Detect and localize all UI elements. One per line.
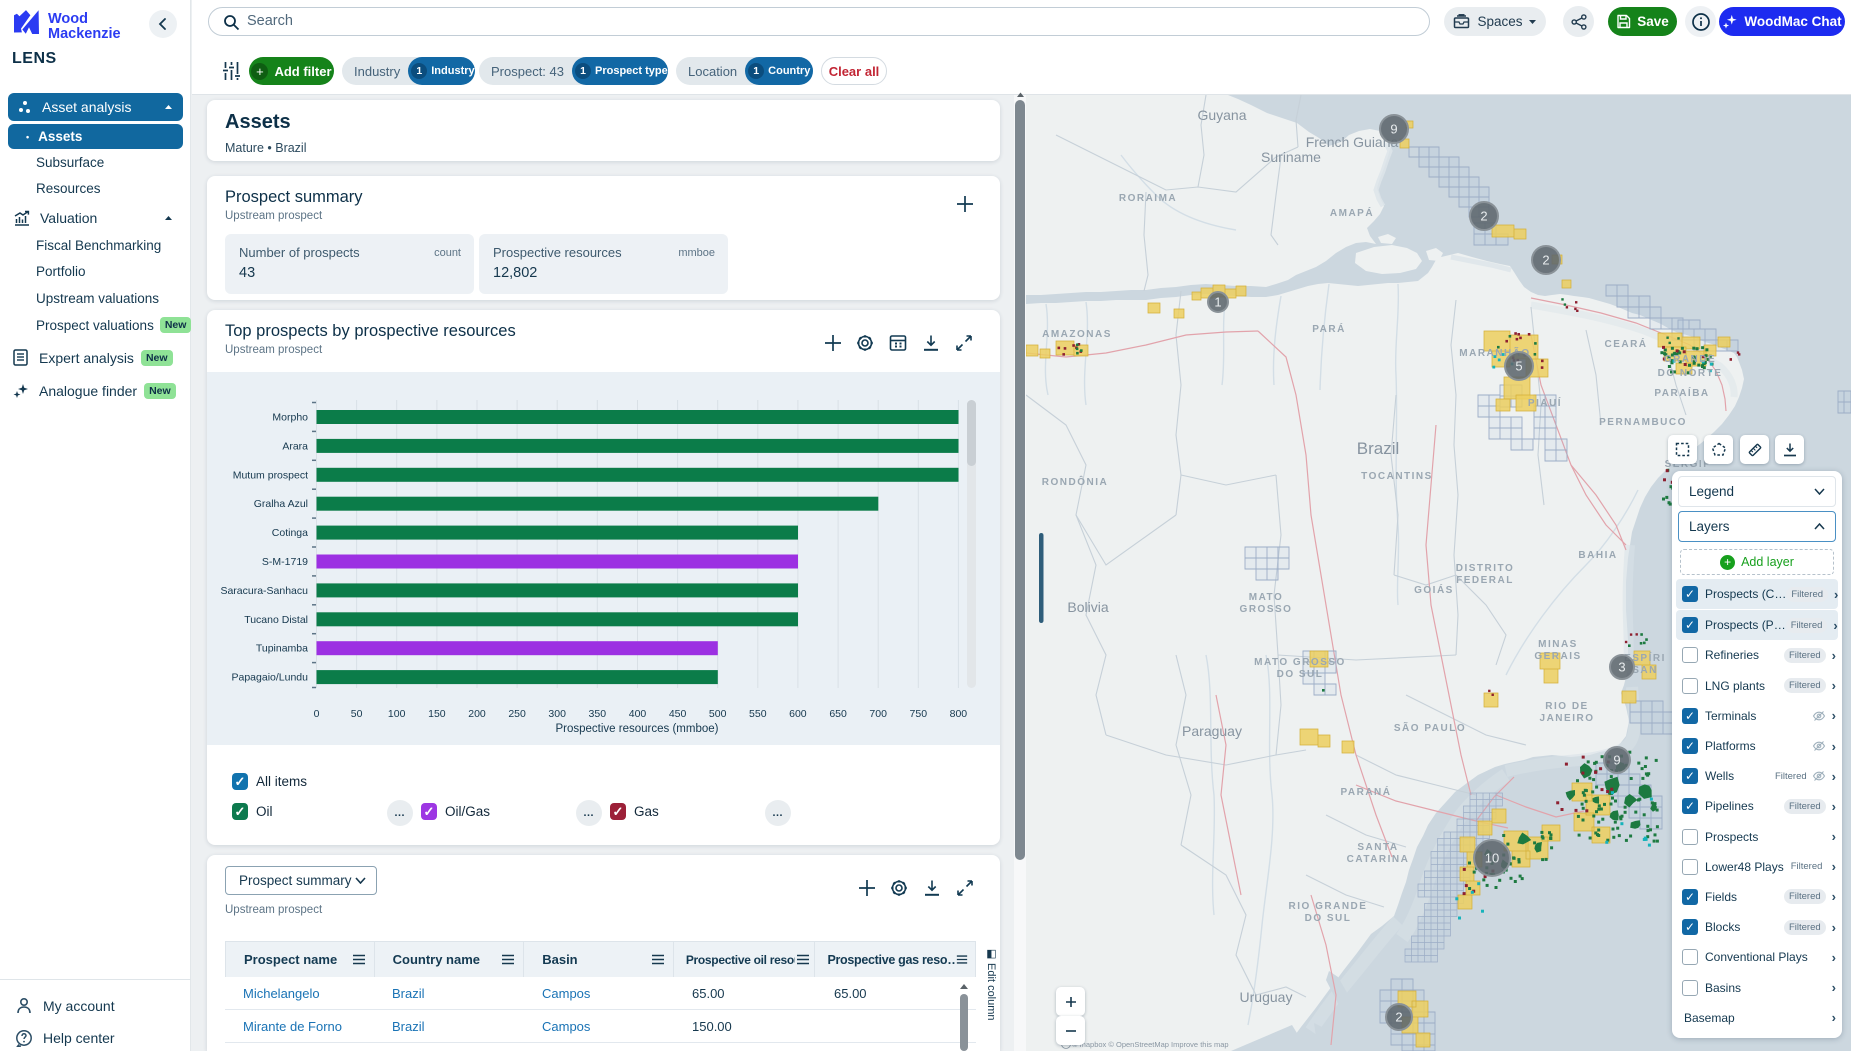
- svg-text:BAHIA: BAHIA: [1578, 550, 1617, 561]
- svg-text:Gralha Azul: Gralha Azul: [254, 498, 308, 510]
- svg-text:2: 2: [1395, 1010, 1402, 1025]
- svg-text:SANTA: SANTA: [1357, 842, 1398, 853]
- svg-text:Arara: Arara: [282, 440, 308, 452]
- svg-text:650: 650: [829, 708, 847, 720]
- svg-text:MATO: MATO: [1249, 592, 1284, 603]
- svg-text:PARAÍBA: PARAÍBA: [1654, 386, 1709, 399]
- svg-text:350: 350: [589, 708, 607, 720]
- svg-text:PERNAMBUCO: PERNAMBUCO: [1599, 417, 1687, 428]
- svg-text:PARÁ: PARÁ: [1312, 322, 1346, 335]
- svg-text:DO SUL: DO SUL: [1277, 669, 1324, 680]
- svg-text:Mutum prospect: Mutum prospect: [233, 469, 308, 481]
- svg-text:0: 0: [314, 708, 320, 720]
- svg-text:RONDÔNIA: RONDÔNIA: [1042, 475, 1108, 488]
- svg-text:2: 2: [1480, 209, 1487, 224]
- svg-text:SÃO PAULO: SÃO PAULO: [1394, 721, 1466, 734]
- svg-text:PARANÁ: PARANÁ: [1340, 785, 1391, 798]
- svg-text:CATARINA: CATARINA: [1347, 854, 1410, 865]
- svg-text:Morpho: Morpho: [272, 412, 308, 424]
- svg-text:MINAS: MINAS: [1538, 639, 1578, 650]
- svg-text:Mackenzie: Mackenzie: [48, 26, 121, 42]
- svg-text:MATO GROSSO: MATO GROSSO: [1254, 657, 1346, 668]
- svg-text:600: 600: [789, 708, 807, 720]
- svg-text:Tupinamba: Tupinamba: [256, 643, 308, 655]
- svg-text:TOCANTINS: TOCANTINS: [1361, 471, 1433, 482]
- svg-text:AMAZONAS: AMAZONAS: [1042, 329, 1112, 340]
- svg-text:50: 50: [351, 708, 363, 720]
- svg-text:400: 400: [629, 708, 647, 720]
- svg-text:GOIÁS: GOIÁS: [1414, 583, 1454, 596]
- svg-text:RIO DE: RIO DE: [1545, 701, 1588, 712]
- svg-text:DO NORTE: DO NORTE: [1658, 368, 1723, 379]
- svg-text:Bolivia: Bolivia: [1067, 599, 1108, 615]
- svg-text:5: 5: [1515, 359, 1522, 374]
- svg-text:150: 150: [428, 708, 446, 720]
- svg-text:DISTRITO: DISTRITO: [1456, 563, 1514, 574]
- svg-text:PIAUÍ: PIAUÍ: [1528, 396, 1562, 409]
- svg-text:GRANDE: GRANDE: [1664, 354, 1716, 365]
- svg-text:S-M-1719: S-M-1719: [262, 556, 308, 568]
- svg-text:Papagaio/Lundu: Papagaio/Lundu: [232, 672, 309, 684]
- svg-text:RORAIMA: RORAIMA: [1119, 193, 1177, 204]
- svg-text:3: 3: [1618, 660, 1625, 675]
- svg-text:2: 2: [1542, 253, 1549, 268]
- svg-text:DO SUL: DO SUL: [1305, 913, 1352, 924]
- svg-text:450: 450: [669, 708, 687, 720]
- svg-text:700: 700: [869, 708, 887, 720]
- svg-text:1: 1: [1214, 295, 1221, 310]
- svg-text:Wood: Wood: [48, 11, 88, 27]
- svg-text:500: 500: [709, 708, 727, 720]
- svg-text:10: 10: [1485, 851, 1499, 866]
- svg-text:9: 9: [1613, 753, 1620, 768]
- svg-text:GERAIS: GERAIS: [1534, 651, 1581, 662]
- svg-text:AMAPÁ: AMAPÁ: [1330, 206, 1374, 219]
- svg-text:250: 250: [508, 708, 526, 720]
- svg-text:200: 200: [468, 708, 486, 720]
- svg-text:SAN: SAN: [1632, 665, 1658, 676]
- svg-text:550: 550: [749, 708, 767, 720]
- svg-text:750: 750: [910, 708, 928, 720]
- svg-text:RIO GRANDE: RIO GRANDE: [1289, 901, 1368, 912]
- svg-text:Guyana: Guyana: [1197, 107, 1246, 123]
- svg-text:800: 800: [950, 708, 968, 720]
- svg-text:GROSSO: GROSSO: [1240, 604, 1293, 615]
- svg-text:FEDERAL: FEDERAL: [1456, 575, 1514, 586]
- svg-text:JANEIRO: JANEIRO: [1540, 713, 1595, 724]
- svg-text:CEARÁ: CEARÁ: [1604, 337, 1647, 350]
- svg-text:Tucano Distal: Tucano Distal: [244, 614, 308, 626]
- svg-text:300: 300: [548, 708, 566, 720]
- svg-text:Saracura-Sanhacu: Saracura-Sanhacu: [220, 585, 308, 597]
- svg-text:© mapbox © OpenStreetMap Impro: © mapbox © OpenStreetMap Improve this ma…: [1072, 1040, 1229, 1049]
- svg-text:100: 100: [388, 708, 406, 720]
- svg-text:Uruguay: Uruguay: [1240, 989, 1293, 1005]
- svg-text:Brazil: Brazil: [1357, 439, 1400, 458]
- svg-text:Suriname: Suriname: [1261, 149, 1321, 165]
- svg-text:Paraguay: Paraguay: [1182, 723, 1242, 739]
- svg-text:9: 9: [1390, 122, 1397, 137]
- svg-text:Prospective resources (mmboe): Prospective resources (mmboe): [556, 723, 719, 735]
- svg-text:Cotinga: Cotinga: [272, 527, 308, 539]
